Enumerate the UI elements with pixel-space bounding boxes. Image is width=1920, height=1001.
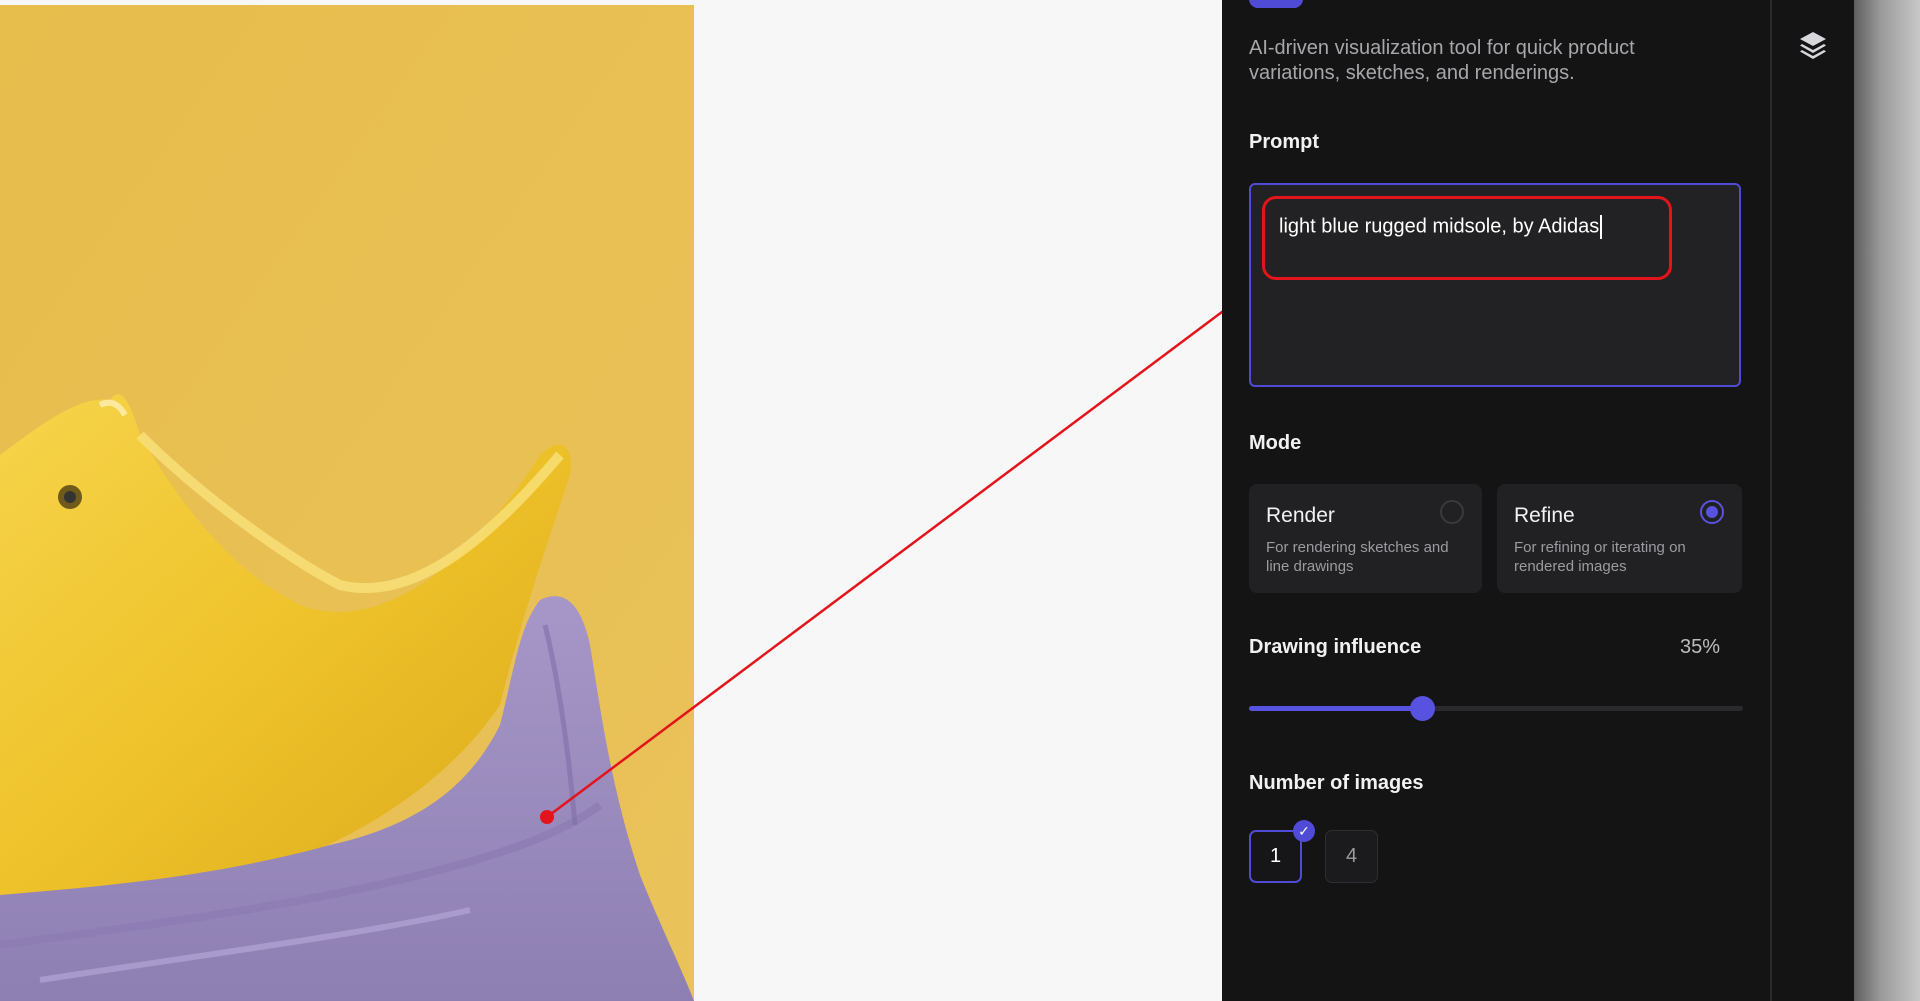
mode-title: Refine	[1514, 504, 1575, 527]
layers-icon[interactable]	[1796, 28, 1830, 62]
image-count-4[interactable]: 4	[1325, 830, 1378, 883]
check-icon: ✓	[1293, 820, 1315, 842]
number-of-images-label: Number of images	[1249, 772, 1424, 794]
radio-unselected[interactable]	[1440, 500, 1464, 524]
mode-description: For rendering sketches and line drawings	[1266, 539, 1449, 575]
mode-description: For refining or iterating on rendered im…	[1514, 539, 1686, 575]
settings-panel: AI-driven visualization tool for quick p…	[1222, 0, 1770, 1001]
annotation-highlight	[1262, 196, 1672, 280]
image-count-1[interactable]: 1	[1249, 830, 1302, 883]
prompt-label: Prompt	[1249, 131, 1319, 153]
window-edge	[1854, 0, 1920, 1001]
slider-thumb[interactable]	[1409, 696, 1435, 721]
slider-fill	[1249, 706, 1422, 711]
drawing-influence-value: 35%	[1679, 636, 1720, 658]
canvas-image[interactable]	[0, 5, 694, 1001]
drawing-influence-slider[interactable]	[1249, 696, 1743, 721]
mode-label: Mode	[1249, 432, 1302, 454]
side-rail	[1772, 0, 1854, 1001]
mode-title: Render	[1266, 504, 1335, 527]
shoe-render	[0, 5, 694, 1001]
drawing-influence-label: Drawing influence	[1249, 636, 1422, 658]
panel-top-button[interactable]	[1249, 0, 1303, 8]
mode-option-render[interactable]: Render For rendering sketches and line d…	[1249, 484, 1482, 593]
radio-selected[interactable]	[1700, 500, 1724, 524]
mode-option-refine[interactable]: Refine For refining or iterating on rend…	[1497, 484, 1742, 593]
tool-description: AI-driven visualization tool for quick p…	[1249, 37, 1635, 84]
